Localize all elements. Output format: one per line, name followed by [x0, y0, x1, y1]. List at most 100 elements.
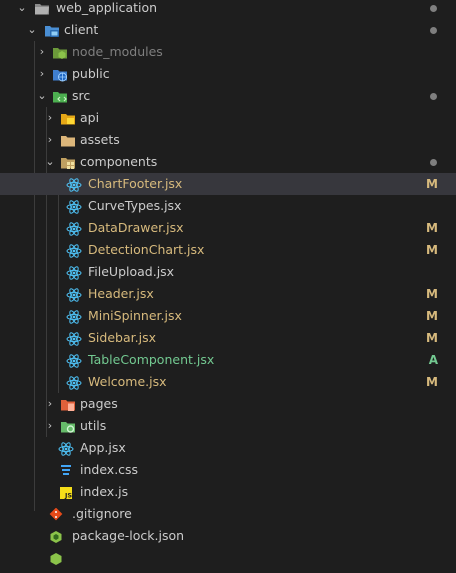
chevron-right-icon: › — [47, 397, 53, 410]
file-gitignore[interactable]: .gitignore — [0, 503, 456, 525]
file-explorer-tree: ⌄ web_application ⌄ client › node_module… — [0, 0, 456, 569]
file-curvetypes[interactable]: CurveTypes.jsx — [0, 195, 456, 217]
modified-dot — [430, 93, 437, 100]
folder-label: assets — [80, 132, 120, 147]
chevron-right-icon: › — [47, 419, 53, 432]
file-label: Sidebar.jsx — [88, 330, 156, 345]
react-icon — [66, 287, 82, 302]
public-folder-icon — [52, 67, 68, 82]
chevron-down-icon: ⌄ — [27, 23, 37, 36]
folder-label: api — [80, 110, 100, 125]
file-index-js[interactable]: JS index.js — [0, 481, 456, 503]
folder-assets[interactable]: › assets — [0, 129, 456, 151]
folder-label: public — [72, 66, 110, 81]
chevron-right-icon: › — [47, 111, 53, 124]
modified-dot — [430, 159, 437, 166]
file-label: index.js — [80, 484, 129, 499]
folder-label: node_modules — [72, 44, 163, 59]
chevron-right-icon: › — [47, 133, 53, 146]
chevron-right-icon: › — [39, 67, 45, 80]
folder-src[interactable]: ⌄ src — [0, 85, 456, 107]
node-package-icon — [48, 529, 64, 543]
react-icon — [66, 199, 82, 214]
file-label: package-lock.json — [72, 528, 185, 543]
modified-dot — [430, 27, 437, 34]
react-icon — [58, 441, 74, 456]
file-label: CurveTypes.jsx — [88, 198, 182, 213]
file-label: Welcome.jsx — [88, 374, 167, 389]
file-fileupload[interactable]: FileUpload.jsx — [0, 261, 456, 283]
git-status-badge: M — [426, 243, 438, 257]
folder-public[interactable]: › public — [0, 63, 456, 85]
git-status-badge: M — [426, 287, 438, 301]
folder-label: client — [64, 22, 99, 37]
git-status-badge: M — [426, 309, 438, 323]
folder-label: utils — [80, 418, 107, 433]
file-header[interactable]: Header.jsx M — [0, 283, 456, 305]
git-status-badge: M — [426, 331, 438, 345]
react-icon — [66, 243, 82, 258]
file-sidebar[interactable]: Sidebar.jsx M — [0, 327, 456, 349]
git-status-badge: A — [428, 353, 438, 367]
chevron-down-icon: ⌄ — [17, 1, 27, 14]
react-icon — [66, 221, 82, 236]
node-folder-icon — [52, 45, 68, 59]
git-status-badge: M — [426, 375, 438, 389]
src-folder-icon — [52, 89, 68, 103]
react-icon — [66, 331, 82, 346]
file-tablecomponent[interactable]: TableComponent.jsx A — [0, 349, 456, 371]
css-icon — [58, 463, 74, 477]
file-index-css[interactable]: index.css — [0, 459, 456, 481]
folder-api[interactable]: › api — [0, 107, 456, 129]
chevron-right-icon: › — [39, 45, 45, 58]
chevron-down-icon: ⌄ — [37, 89, 47, 102]
api-folder-icon — [60, 111, 76, 125]
svg-text:JS: JS — [64, 492, 72, 500]
chevron-down-icon: ⌄ — [45, 155, 55, 168]
react-icon — [66, 265, 82, 280]
file-detectionchart[interactable]: DetectionChart.jsx M — [0, 239, 456, 261]
file-label: TableComponent.jsx — [88, 352, 215, 367]
file-chartfooter[interactable]: ChartFooter.jsx M — [0, 173, 456, 195]
file-partial[interactable] — [0, 547, 456, 569]
utils-folder-icon — [60, 419, 76, 433]
client-folder-icon — [44, 23, 60, 37]
file-label: ChartFooter.jsx — [88, 176, 183, 191]
folder-open-icon — [34, 1, 50, 15]
folder-label: web_application — [56, 0, 158, 15]
folder-node-modules[interactable]: › node_modules — [0, 41, 456, 63]
file-label: index.css — [80, 462, 139, 477]
react-icon — [66, 177, 82, 192]
file-label: DetectionChart.jsx — [88, 242, 205, 257]
javascript-icon: JS — [58, 485, 74, 500]
file-label: App.jsx — [80, 440, 126, 455]
file-label: .gitignore — [72, 506, 132, 521]
file-label: FileUpload.jsx — [88, 264, 175, 279]
file-app[interactable]: App.jsx — [0, 437, 456, 459]
folder-web-application[interactable]: ⌄ web_application — [0, 0, 456, 19]
folder-pages[interactable]: › pages — [0, 393, 456, 415]
git-status-badge: M — [426, 177, 438, 191]
git-status-badge: M — [426, 221, 438, 235]
file-label: Header.jsx — [88, 286, 154, 301]
folder-client[interactable]: ⌄ client — [0, 19, 456, 41]
folder-label: src — [72, 88, 91, 103]
file-datadrawer[interactable]: DataDrawer.jsx M — [0, 217, 456, 239]
file-minispinner[interactable]: MiniSpinner.jsx M — [0, 305, 456, 327]
folder-utils[interactable]: › utils — [0, 415, 456, 437]
pages-folder-icon — [60, 397, 76, 411]
folder-label: pages — [80, 396, 118, 411]
folder-components[interactable]: ⌄ components — [0, 151, 456, 173]
folder-label: components — [80, 154, 158, 169]
components-folder-icon — [60, 155, 76, 169]
node-package-icon — [48, 551, 64, 565]
folder-icon — [60, 133, 76, 147]
file-package-lock[interactable]: package-lock.json — [0, 525, 456, 547]
react-icon — [66, 375, 82, 390]
file-label: MiniSpinner.jsx — [88, 308, 182, 323]
file-label: DataDrawer.jsx — [88, 220, 184, 235]
file-welcome[interactable]: Welcome.jsx M — [0, 371, 456, 393]
git-icon — [48, 507, 64, 521]
react-icon — [66, 353, 82, 368]
modified-dot — [430, 5, 437, 12]
